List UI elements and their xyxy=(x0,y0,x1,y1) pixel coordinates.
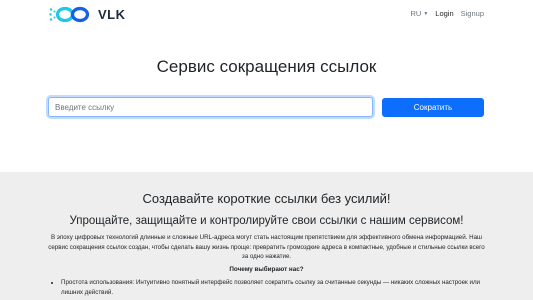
shorten-button[interactable]: Сократить xyxy=(382,98,484,117)
logo-text: VLK xyxy=(98,7,126,22)
feature-item: Простота использования: Интуитивно понят… xyxy=(61,278,501,297)
language-label: RU xyxy=(410,9,422,18)
info-heading: Создавайте короткие ссылки без усилий! xyxy=(142,191,391,206)
features-list: Простота использования: Интуитивно понят… xyxy=(48,278,501,297)
header: VLK RU ▼ Login Signup xyxy=(0,0,533,30)
logo[interactable]: VLK xyxy=(49,6,126,23)
info-section: Создавайте короткие ссылки без усилий! У… xyxy=(0,172,533,300)
chevron-down-icon: ▼ xyxy=(423,10,429,17)
login-link[interactable]: Login xyxy=(435,9,453,18)
info-description: В эпоху цифровых технологий длинные и сл… xyxy=(48,234,485,261)
top-nav: RU ▼ Login Signup xyxy=(410,9,484,18)
signup-link[interactable]: Signup xyxy=(461,9,484,18)
infinity-logo-icon xyxy=(49,6,90,23)
language-dropdown[interactable]: RU ▼ xyxy=(410,9,428,18)
info-subheading: Упрощайте, защищайте и контролируйте сво… xyxy=(69,215,464,227)
url-input[interactable] xyxy=(48,97,373,117)
why-us-title: Почему выбирают нас? xyxy=(229,266,304,273)
page-title: Сервис сокращения ссылок xyxy=(156,57,377,76)
